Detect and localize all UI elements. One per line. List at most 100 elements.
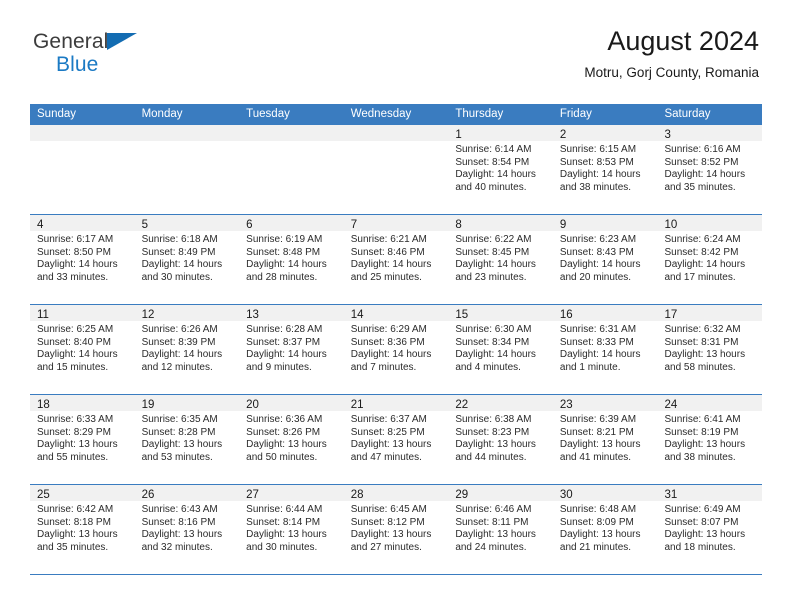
calendar-week-row: 25 Sunrise: 6:42 AM Sunset: 8:18 PM Dayligh… (30, 485, 763, 575)
calendar-day-cell[interactable]: 22 Sunrise: 6:38 AM Sunset: 8:23 PM Dayligh… (448, 395, 553, 484)
calendar-day-cell[interactable]: 25 Sunrise: 6:42 AM Sunset: 8:18 PM Dayligh… (30, 485, 135, 574)
day-details: Sunrise: 6:46 AM Sunset: 8:11 PM Daylight:… (448, 501, 553, 554)
day-number-band: 29 (448, 485, 553, 501)
day-number: 31 (664, 489, 678, 501)
daylight-text: Daylight: 14 hours and 17 minutes. (664, 259, 746, 283)
calendar-day-cell[interactable]: 28 Sunrise: 6:45 AM Sunset: 8:12 PM Dayligh… (343, 485, 449, 574)
calendar-day-cell[interactable]: 7 Sunrise: 6:21 AM Sunset: 8:46 PM Daylight… (343, 215, 449, 304)
day-number-band: 8 (448, 215, 553, 231)
calendar-day-cell[interactable]: 9 Sunrise: 6:23 AM Sunset: 8:43 PM Daylight… (552, 215, 658, 304)
day-details: Sunrise: 6:24 AM Sunset: 8:42 PM Daylight:… (657, 231, 762, 284)
sunrise-text: Sunrise: 6:25 AM (37, 324, 114, 335)
day-details: Sunrise: 6:41 AM Sunset: 8:19 PM Daylight:… (657, 411, 762, 464)
calendar-day-cell[interactable]: 31 Sunrise: 6:49 AM Sunset: 8:07 PM Dayligh… (657, 485, 763, 574)
calendar-day-cell[interactable]: 19 Sunrise: 6:35 AM Sunset: 8:28 PM Dayligh… (134, 395, 240, 484)
calendar-day-cell[interactable]: 5 Sunrise: 6:18 AM Sunset: 8:49 PM Daylight… (134, 215, 240, 304)
daylight-text: Daylight: 13 hours and 18 minutes. (664, 529, 746, 553)
daylight-text: Daylight: 13 hours and 27 minutes. (350, 529, 432, 553)
calendar-day-cell[interactable]: 17 Sunrise: 6:32 AM Sunset: 8:31 PM Dayligh… (657, 305, 763, 394)
day-details: Sunrise: 6:22 AM Sunset: 8:45 PM Daylight:… (448, 231, 553, 284)
day-details: Sunrise: 6:28 AM Sunset: 8:37 PM Daylight:… (239, 321, 344, 374)
day-number-band (239, 125, 344, 141)
day-details: Sunrise: 6:15 AM Sunset: 8:53 PM Daylight:… (553, 141, 658, 194)
general-blue-logo[interactable]: General Blue (33, 31, 137, 75)
sunrise-text: Sunrise: 6:42 AM (37, 504, 114, 515)
day-number-band: 21 (343, 395, 449, 411)
day-number: 23 (559, 399, 573, 411)
calendar-week-row: 18 Sunrise: 6:33 AM Sunset: 8:29 PM Dayligh… (30, 395, 763, 485)
day-number-band (30, 125, 135, 141)
sunset-text: Sunset: 8:42 PM (664, 246, 739, 258)
sunset-text: Sunset: 8:23 PM (455, 426, 530, 438)
calendar-day-cell[interactable]: 3 Sunrise: 6:16 AM Sunset: 8:52 PM Daylight… (657, 125, 763, 214)
daylight-text: Daylight: 14 hours and 33 minutes. (37, 259, 118, 283)
day-number-band: 4 (30, 215, 135, 231)
calendar-day-cell[interactable]: 2 Sunrise: 6:15 AM Sunset: 8:53 PM Daylight… (552, 125, 658, 214)
sunset-text: Sunset: 8:11 PM (455, 516, 529, 528)
sunrise-text: Sunrise: 6:49 AM (664, 504, 741, 515)
daylight-text: Daylight: 13 hours and 55 minutes. (37, 439, 118, 463)
sunrise-text: Sunrise: 6:37 AM (350, 414, 427, 425)
sunset-text: Sunset: 8:36 PM (350, 336, 425, 348)
day-details: Sunrise: 6:36 AM Sunset: 8:26 PM Daylight:… (239, 411, 344, 464)
daylight-text: Daylight: 14 hours and 38 minutes. (559, 169, 641, 193)
day-number: 7 (350, 219, 358, 231)
calendar-day-cell[interactable]: 4 Sunrise: 6:17 AM Sunset: 8:50 PM Daylight… (30, 215, 135, 304)
day-details: Sunrise: 6:14 AM Sunset: 8:54 PM Daylight:… (448, 141, 553, 194)
day-details: Sunrise: 6:23 AM Sunset: 8:43 PM Daylight:… (553, 231, 658, 284)
calendar-day-cell[interactable]: 26 Sunrise: 6:43 AM Sunset: 8:16 PM Dayligh… (134, 485, 240, 574)
day-number-band: 23 (552, 395, 658, 411)
calendar-day-cell[interactable]: 8 Sunrise: 6:22 AM Sunset: 8:45 PM Daylight… (448, 215, 553, 304)
calendar-day-cell-empty (30, 125, 135, 214)
weekday-header-saturday: Saturday (664, 108, 711, 120)
day-details: Sunrise: 6:38 AM Sunset: 8:23 PM Daylight:… (448, 411, 553, 464)
calendar-day-cell[interactable]: 13 Sunrise: 6:28 AM Sunset: 8:37 PM Dayligh… (239, 305, 344, 394)
day-number-band: 11 (30, 305, 135, 321)
calendar-day-cell[interactable]: 29 Sunrise: 6:46 AM Sunset: 8:11 PM Dayligh… (448, 485, 553, 574)
calendar-day-cell[interactable]: 1 Sunrise: 6:14 AM Sunset: 8:54 PM Daylight… (448, 125, 553, 214)
daylight-text: Daylight: 14 hours and 40 minutes. (455, 169, 536, 193)
day-number-band: 22 (448, 395, 553, 411)
calendar-day-cell[interactable]: 12 Sunrise: 6:26 AM Sunset: 8:39 PM Dayligh… (134, 305, 240, 394)
sunrise-text: Sunrise: 6:39 AM (559, 414, 637, 425)
day-number-band: 5 (134, 215, 240, 231)
day-number-band: 14 (343, 305, 449, 321)
daylight-text: Daylight: 13 hours and 21 minutes. (559, 529, 641, 553)
calendar-day-cell[interactable]: 15 Sunrise: 6:30 AM Sunset: 8:34 PM Dayligh… (448, 305, 553, 394)
calendar-day-cell[interactable]: 23 Sunrise: 6:39 AM Sunset: 8:21 PM Dayligh… (552, 395, 658, 484)
daylight-text: Daylight: 13 hours and 35 minutes. (37, 529, 118, 553)
sunrise-text: Sunrise: 6:48 AM (559, 504, 637, 515)
calendar-day-cell[interactable]: 30 Sunrise: 6:48 AM Sunset: 8:09 PM Dayligh… (552, 485, 658, 574)
day-number: 22 (455, 399, 469, 411)
daylight-text: Daylight: 14 hours and 1 minute. (559, 349, 641, 373)
calendar-day-cell[interactable]: 16 Sunrise: 6:31 AM Sunset: 8:33 PM Dayligh… (552, 305, 658, 394)
daylight-text: Daylight: 14 hours and 23 minutes. (455, 259, 536, 283)
day-number-band (343, 125, 449, 141)
daylight-text: Daylight: 13 hours and 24 minutes. (455, 529, 536, 553)
daylight-text: Daylight: 13 hours and 41 minutes. (559, 439, 641, 463)
sunrise-text: Sunrise: 6:29 AM (350, 324, 427, 335)
day-number: 4 (37, 219, 44, 231)
calendar-day-cell[interactable]: 6 Sunrise: 6:19 AM Sunset: 8:48 PM Daylight… (239, 215, 344, 304)
sunrise-text: Sunrise: 6:19 AM (246, 234, 323, 245)
calendar-day-cell[interactable]: 27 Sunrise: 6:44 AM Sunset: 8:14 PM Dayligh… (239, 485, 344, 574)
calendar-day-cell[interactable]: 10 Sunrise: 6:24 AM Sunset: 8:42 PM Dayligh… (657, 215, 763, 304)
calendar-day-cell[interactable]: 14 Sunrise: 6:29 AM Sunset: 8:36 PM Dayligh… (343, 305, 449, 394)
calendar-day-cell[interactable]: 24 Sunrise: 6:41 AM Sunset: 8:19 PM Dayligh… (657, 395, 763, 484)
calendar-day-cell[interactable]: 20 Sunrise: 6:36 AM Sunset: 8:26 PM Dayligh… (239, 395, 344, 484)
sunrise-text: Sunrise: 6:44 AM (246, 504, 323, 515)
day-number: 10 (664, 219, 678, 231)
day-number: 1 (455, 129, 462, 141)
day-details: Sunrise: 6:33 AM Sunset: 8:29 PM Daylight:… (30, 411, 135, 464)
sunrise-text: Sunrise: 6:21 AM (350, 234, 427, 245)
sunrise-text: Sunrise: 6:46 AM (455, 504, 532, 515)
day-details: Sunrise: 6:29 AM Sunset: 8:36 PM Daylight:… (344, 321, 449, 374)
day-details: Sunrise: 6:18 AM Sunset: 8:49 PM Daylight:… (135, 231, 240, 284)
day-details: Sunrise: 6:19 AM Sunset: 8:48 PM Daylight:… (239, 231, 344, 284)
calendar-day-cell[interactable]: 11 Sunrise: 6:25 AM Sunset: 8:40 PM Dayligh… (30, 305, 135, 394)
calendar-day-cell[interactable]: 21 Sunrise: 6:37 AM Sunset: 8:25 PM Dayligh… (343, 395, 449, 484)
calendar-day-cell[interactable]: 18 Sunrise: 6:33 AM Sunset: 8:29 PM Dayligh… (30, 395, 135, 484)
day-number-band: 6 (239, 215, 344, 231)
sunset-text: Sunset: 8:14 PM (246, 516, 321, 528)
sunset-text: Sunset: 8:25 PM (350, 426, 425, 438)
